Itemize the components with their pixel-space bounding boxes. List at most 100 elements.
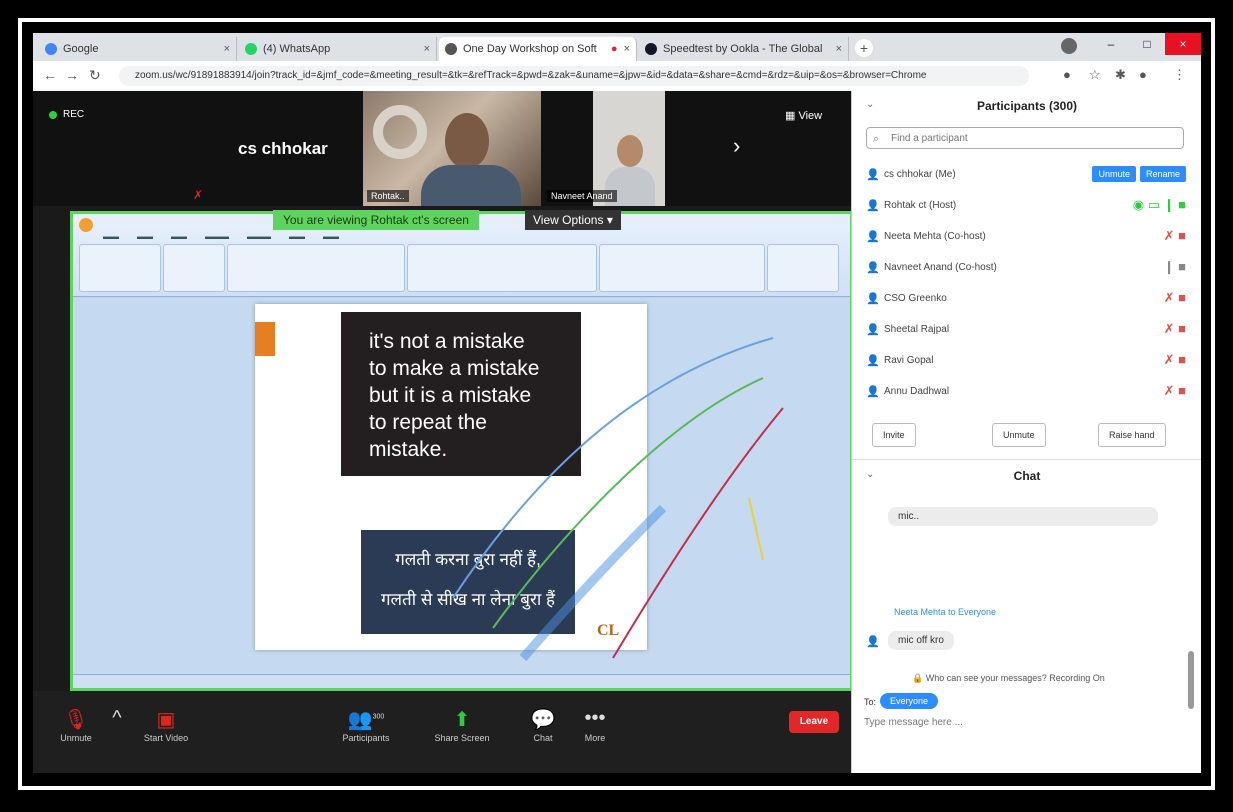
participant-row[interactable]: 👤 Rohtak ct (Host) ◉ ▭ ❙ ■ [866,194,1186,218]
profile-icon[interactable]: ● [1139,67,1147,82]
participant-status-icons: ✗ ■ [1163,383,1186,398]
start-video-button[interactable]: ▣ Start Video [131,707,201,743]
search-icon: ⌕ [873,133,880,145]
star-icon[interactable]: ☆ [1089,67,1101,83]
participant-row[interactable]: 👤 Navneet Anand (Co-host) ❙ ■ [866,256,1186,280]
participant-row[interactable]: 👤 Annu Dadhwal ✗ ■ [866,380,1186,404]
browser-tab-bar: Google × (4) WhatsApp × One Day Workshop… [33,33,1201,61]
divider [852,459,1201,460]
close-window-button[interactable]: × [1165,33,1201,55]
video-tile-rohtak[interactable]: Rohtak.. [363,91,541,206]
speaker-name: cs chhokar [238,139,328,158]
participant-search[interactable]: ⌕ Find a participant [866,127,1184,149]
participant-row[interactable]: 👤 CSO Greenko ✗ ■ [866,287,1186,311]
participant-row[interactable]: 👤 Sheetal Rajpal ✗ ■ [866,318,1186,342]
chat-scrollbar[interactable] [1188,651,1194,709]
tab-workshop[interactable]: One Day Workshop on Soft ● × [439,37,637,61]
participant-status-icons: ❙ ■ [1163,259,1186,274]
user-icon: 👤 [866,386,880,398]
maximize-button[interactable]: □ [1129,33,1165,55]
chat-icon: 💬 [530,709,556,731]
participant-name: Ravi Gopal [884,355,934,366]
participants-count: 300 [372,713,385,721]
viewing-banner: You are viewing Rohtak ct's screen [273,210,479,230]
address-bar-row: ← → ↻ zoom.us/wc/91891883914/join?track_… [33,61,1201,92]
url-field[interactable]: zoom.us/wc/91891883914/join?track_id=&jm… [119,66,1029,86]
participant-status-icons: ✗ ■ [1163,321,1186,336]
unmute-self-button[interactable]: Unmute [1092,166,1136,182]
leave-button[interactable]: Leave [789,711,839,733]
new-tab-button[interactable]: + [855,39,873,57]
chat-privacy-note[interactable]: 🔒 Who can see your messages? Recording O… [912,673,1105,684]
reload-icon[interactable]: ↻ [89,67,101,84]
caret-up-icon: ^ [112,707,122,729]
viewing-banner-text: You are viewing Rohtak ct's screen [283,213,469,227]
next-page-icon[interactable]: › [733,133,740,159]
back-icon[interactable]: ← [43,67,57,83]
share-screen-button[interactable]: ⬆ Share Screen [427,707,497,743]
annotation-scribbles [452,337,784,661]
person-body [421,165,521,206]
toolbar-label: Chat [533,733,553,743]
participant-status-icons: ✗ ■ [1163,228,1186,243]
extensions-icon[interactable]: ✱ [1115,67,1126,83]
participant-name: Neeta Mehta (Co-host) [884,231,986,242]
chat-privacy-note-text: Who can see your messages? Recording On [925,673,1105,683]
chat-recipient-dropdown[interactable]: Everyone [880,693,939,709]
rename-button[interactable]: Rename [1139,166,1186,182]
unmute-button[interactable]: 🎙 Unmute [51,707,101,743]
user-icon: 👤 [866,200,880,212]
tab-speedtest[interactable]: Speedtest by Ookla - The Global × [639,37,849,61]
participant-row[interactable]: 👤 Ravi Gopal ✗ ■ [866,349,1186,373]
participants-button[interactable]: 👥300 Participants [331,707,401,743]
participant-row[interactable]: 👤 Neeta Mehta (Co-host) ✗ ■ [866,225,1186,249]
more-button[interactable]: ••• More [575,707,615,743]
unmute-me-button[interactable]: Unmute [992,423,1046,447]
shared-screen[interactable]: ▬▬ ▬▬ ▬▬ ▬▬▬ ▬▬▬ ▬▬ ▬▬ it's not a mistake to m… [70,211,853,691]
participant-name: Navneet Anand (Co-host) [884,262,997,273]
tab-label: (4) WhatsApp [263,43,331,55]
chat-button[interactable]: 💬 Chat [523,707,563,743]
person-head [617,135,643,167]
ribbon-tab: ▬▬ [323,232,339,241]
video-tile-navneet[interactable]: Navneet Anand [543,91,667,206]
raise-hand-button[interactable]: Raise hand [1098,423,1166,447]
search-placeholder: Find a participant [891,133,968,144]
slide-area: it's not a mistake to make a mistake but… [73,298,850,678]
forward-icon[interactable]: → [65,67,79,83]
close-icon[interactable]: × [836,43,842,55]
audio-options-caret[interactable]: ^ [107,707,127,733]
scribble-yellow [748,497,764,561]
user-icon: 👤 [866,293,880,305]
invite-button[interactable]: Invite [872,423,916,447]
side-panel: ⌄ Participants (300) ⌕ Find a participan… [851,91,1201,773]
participant-row[interactable]: 👤 cs chhokar (Me) Unmute Rename [866,163,1186,187]
close-icon[interactable]: × [624,43,630,55]
user-icon: 👤 [866,636,880,648]
profile-avatar[interactable] [1061,38,1077,54]
participant-name: CSO Greenko [884,293,947,304]
view-label: View [798,110,823,122]
mic-muted-icon: ✗ [193,188,204,202]
tab-label: Google [63,43,99,55]
chat-input[interactable]: Type message here ... [864,717,963,728]
minimize-button[interactable]: – [1093,33,1129,55]
participant-name: Rohtak ct (Host) [884,200,957,211]
key-icon[interactable]: ● [1063,67,1071,82]
tile-name: Navneet Anand [547,190,617,202]
ribbon-tabs: ▬▬ ▬▬ ▬▬ ▬▬▬ ▬▬▬ ▬▬ ▬▬ [103,232,339,241]
participants-title: Participants (300) [976,99,1078,113]
tab-google[interactable]: Google × [39,37,237,61]
recording-dot-icon [49,110,57,119]
google-icon [45,43,57,55]
tab-label: Speedtest by Ookla - The Global [663,43,823,55]
chat-title: Chat [1013,469,1041,483]
view-button[interactable]: ▦ View [785,109,822,122]
tab-whatsapp[interactable]: (4) WhatsApp × [239,37,437,61]
view-options-button[interactable]: View Options ▾ [525,210,621,230]
close-icon[interactable]: × [424,43,430,55]
ribbon-tab: ▬▬ [171,232,187,241]
menu-icon[interactable]: ⋮ [1173,67,1186,83]
ribbon-tab: ▬▬ [103,232,119,241]
close-icon[interactable]: × [224,43,230,55]
